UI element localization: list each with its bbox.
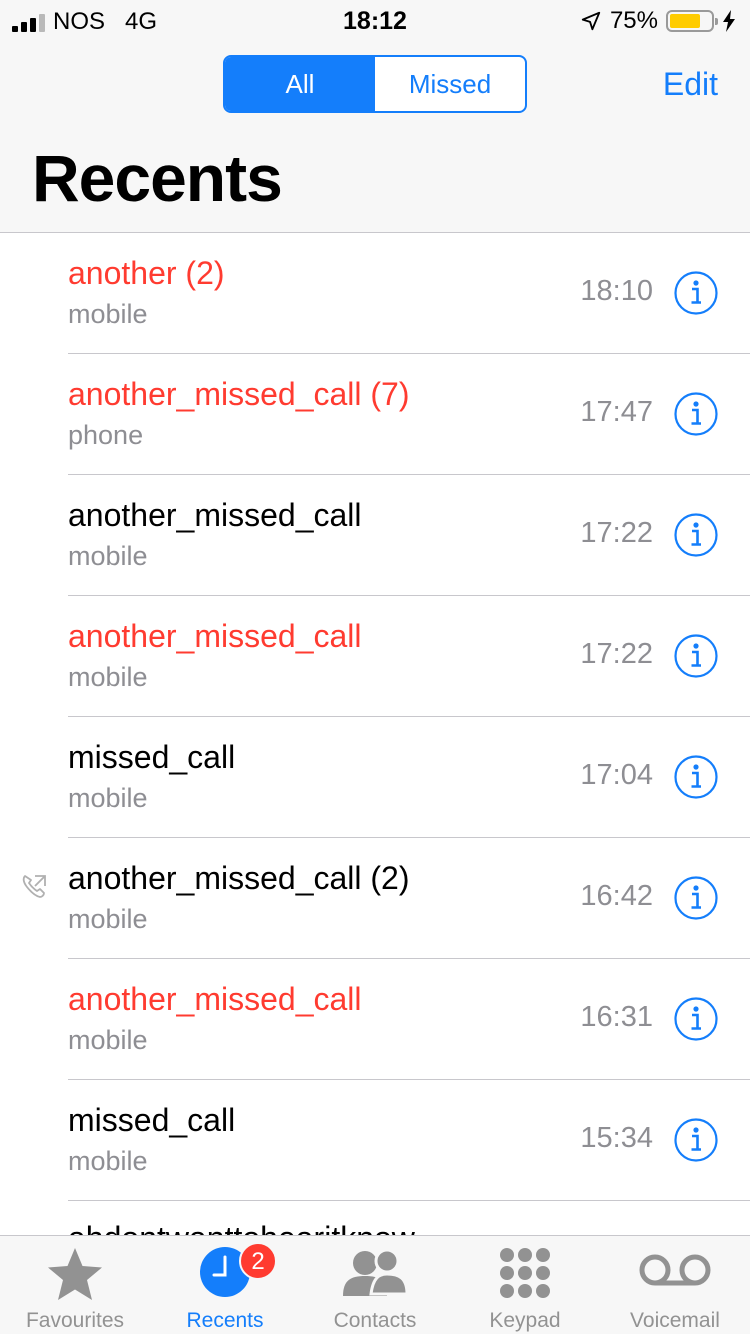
info-icon[interactable] xyxy=(674,1118,718,1162)
status-bar: NOS 4G 18:12 75% xyxy=(0,0,750,40)
call-number-type: mobile xyxy=(68,1146,148,1176)
call-time: 17:47 xyxy=(580,396,653,428)
signal-strength-icon xyxy=(12,12,45,32)
keypad-icon xyxy=(500,1248,550,1298)
call-row[interactable]: another_missed_call (7) phone 17:47 xyxy=(0,354,750,475)
call-time: 16:42 xyxy=(580,880,653,912)
call-time: 16:31 xyxy=(580,1001,653,1033)
navigation-header: All Missed Edit Recents xyxy=(0,40,750,233)
outgoing-call-icon xyxy=(22,875,46,898)
call-row[interactable]: another_missed_callmobile 17:22 xyxy=(0,596,750,717)
call-time: 17:04 xyxy=(580,759,653,791)
segment-all[interactable]: All xyxy=(225,57,375,111)
call-number-type: mobile xyxy=(68,299,148,329)
info-icon[interactable] xyxy=(674,634,718,678)
battery-fill xyxy=(670,14,700,28)
voicemail-icon xyxy=(639,1254,711,1286)
call-row[interactable]: another_missed_callmobile 17:22 xyxy=(0,475,750,596)
call-row[interactable]: missed_callmobile 15:34 xyxy=(0,1080,750,1201)
call-row[interactable]: another (2) mobile 18:10 xyxy=(0,233,750,354)
call-contact-name: another_missed_call (7) xyxy=(68,376,410,412)
status-right: 75% xyxy=(580,7,736,35)
location-arrow-icon xyxy=(581,11,601,31)
call-number-type: mobile xyxy=(68,541,148,571)
call-contact-name: another_missed_call xyxy=(68,981,362,1017)
tab-bar: Favourites 2 Recents Contacts Keypad Voi… xyxy=(0,1235,750,1334)
tab-label-contacts: Contacts xyxy=(333,1309,417,1332)
page-title: Recents xyxy=(32,141,283,215)
call-row[interactable]: another_missed_callmobile 16:31 xyxy=(0,959,750,1080)
recents-badge: 2 xyxy=(239,1242,277,1280)
info-icon[interactable] xyxy=(674,271,718,315)
call-number-type: phone xyxy=(68,420,144,450)
tab-label-favourites: Favourites xyxy=(25,1309,125,1332)
call-number-type: mobile xyxy=(68,662,148,692)
call-time: 17:22 xyxy=(580,517,653,549)
call-contact-name: another_missed_call (2) xyxy=(68,860,410,896)
charging-bolt-icon xyxy=(723,10,735,32)
tab-label-recents: Recents xyxy=(186,1309,264,1332)
info-icon[interactable] xyxy=(674,997,718,1041)
call-contact-name: another_missed_call xyxy=(68,497,362,533)
call-time: 15:34 xyxy=(580,1122,653,1154)
battery-percent: 75% xyxy=(609,7,658,34)
call-contact-name: missed_call xyxy=(68,1102,236,1138)
tab-label-voicemail: Voicemail xyxy=(630,1309,720,1332)
tab-label-keypad: Keypad xyxy=(489,1309,561,1332)
carrier-name: NOS xyxy=(53,8,106,35)
info-icon[interactable] xyxy=(674,755,718,799)
edit-button[interactable]: Edit xyxy=(663,66,718,103)
segment-missed[interactable]: Missed xyxy=(375,57,525,111)
call-time: 17:22 xyxy=(580,638,653,670)
info-icon[interactable] xyxy=(674,876,718,920)
tab-keypad[interactable]: Keypad xyxy=(450,1236,600,1334)
call-row[interactable]: missed_callmobile 17:04 xyxy=(0,717,750,838)
star-icon xyxy=(48,1248,102,1300)
call-contact-name: another (2) xyxy=(68,255,225,291)
info-icon[interactable] xyxy=(674,513,718,557)
tab-contacts[interactable]: Contacts xyxy=(300,1236,450,1334)
call-contact-name: another_missed_call xyxy=(68,618,362,654)
call-contact-name: missed_call xyxy=(68,739,236,775)
tab-favourites[interactable]: Favourites xyxy=(0,1236,150,1334)
network-type: 4G xyxy=(125,8,158,35)
call-number-type: mobile xyxy=(68,1025,148,1055)
call-number-type: mobile xyxy=(68,904,148,934)
battery-icon xyxy=(666,10,718,32)
contacts-icon xyxy=(343,1248,409,1296)
status-left: NOS 4G xyxy=(12,8,157,36)
call-row[interactable]: another_missed_call (2) mobile 16:42 xyxy=(0,838,750,959)
tab-voicemail[interactable]: Voicemail xyxy=(600,1236,750,1334)
call-time: 18:10 xyxy=(580,275,653,307)
info-icon[interactable] xyxy=(674,392,718,436)
tab-recents[interactable]: 2 Recents xyxy=(150,1236,300,1334)
recents-list: another (2) mobile 18:10 another_missed_cal… xyxy=(0,233,750,1201)
call-number-type: mobile xyxy=(68,783,148,813)
filter-segmented-control: All Missed xyxy=(223,55,527,113)
